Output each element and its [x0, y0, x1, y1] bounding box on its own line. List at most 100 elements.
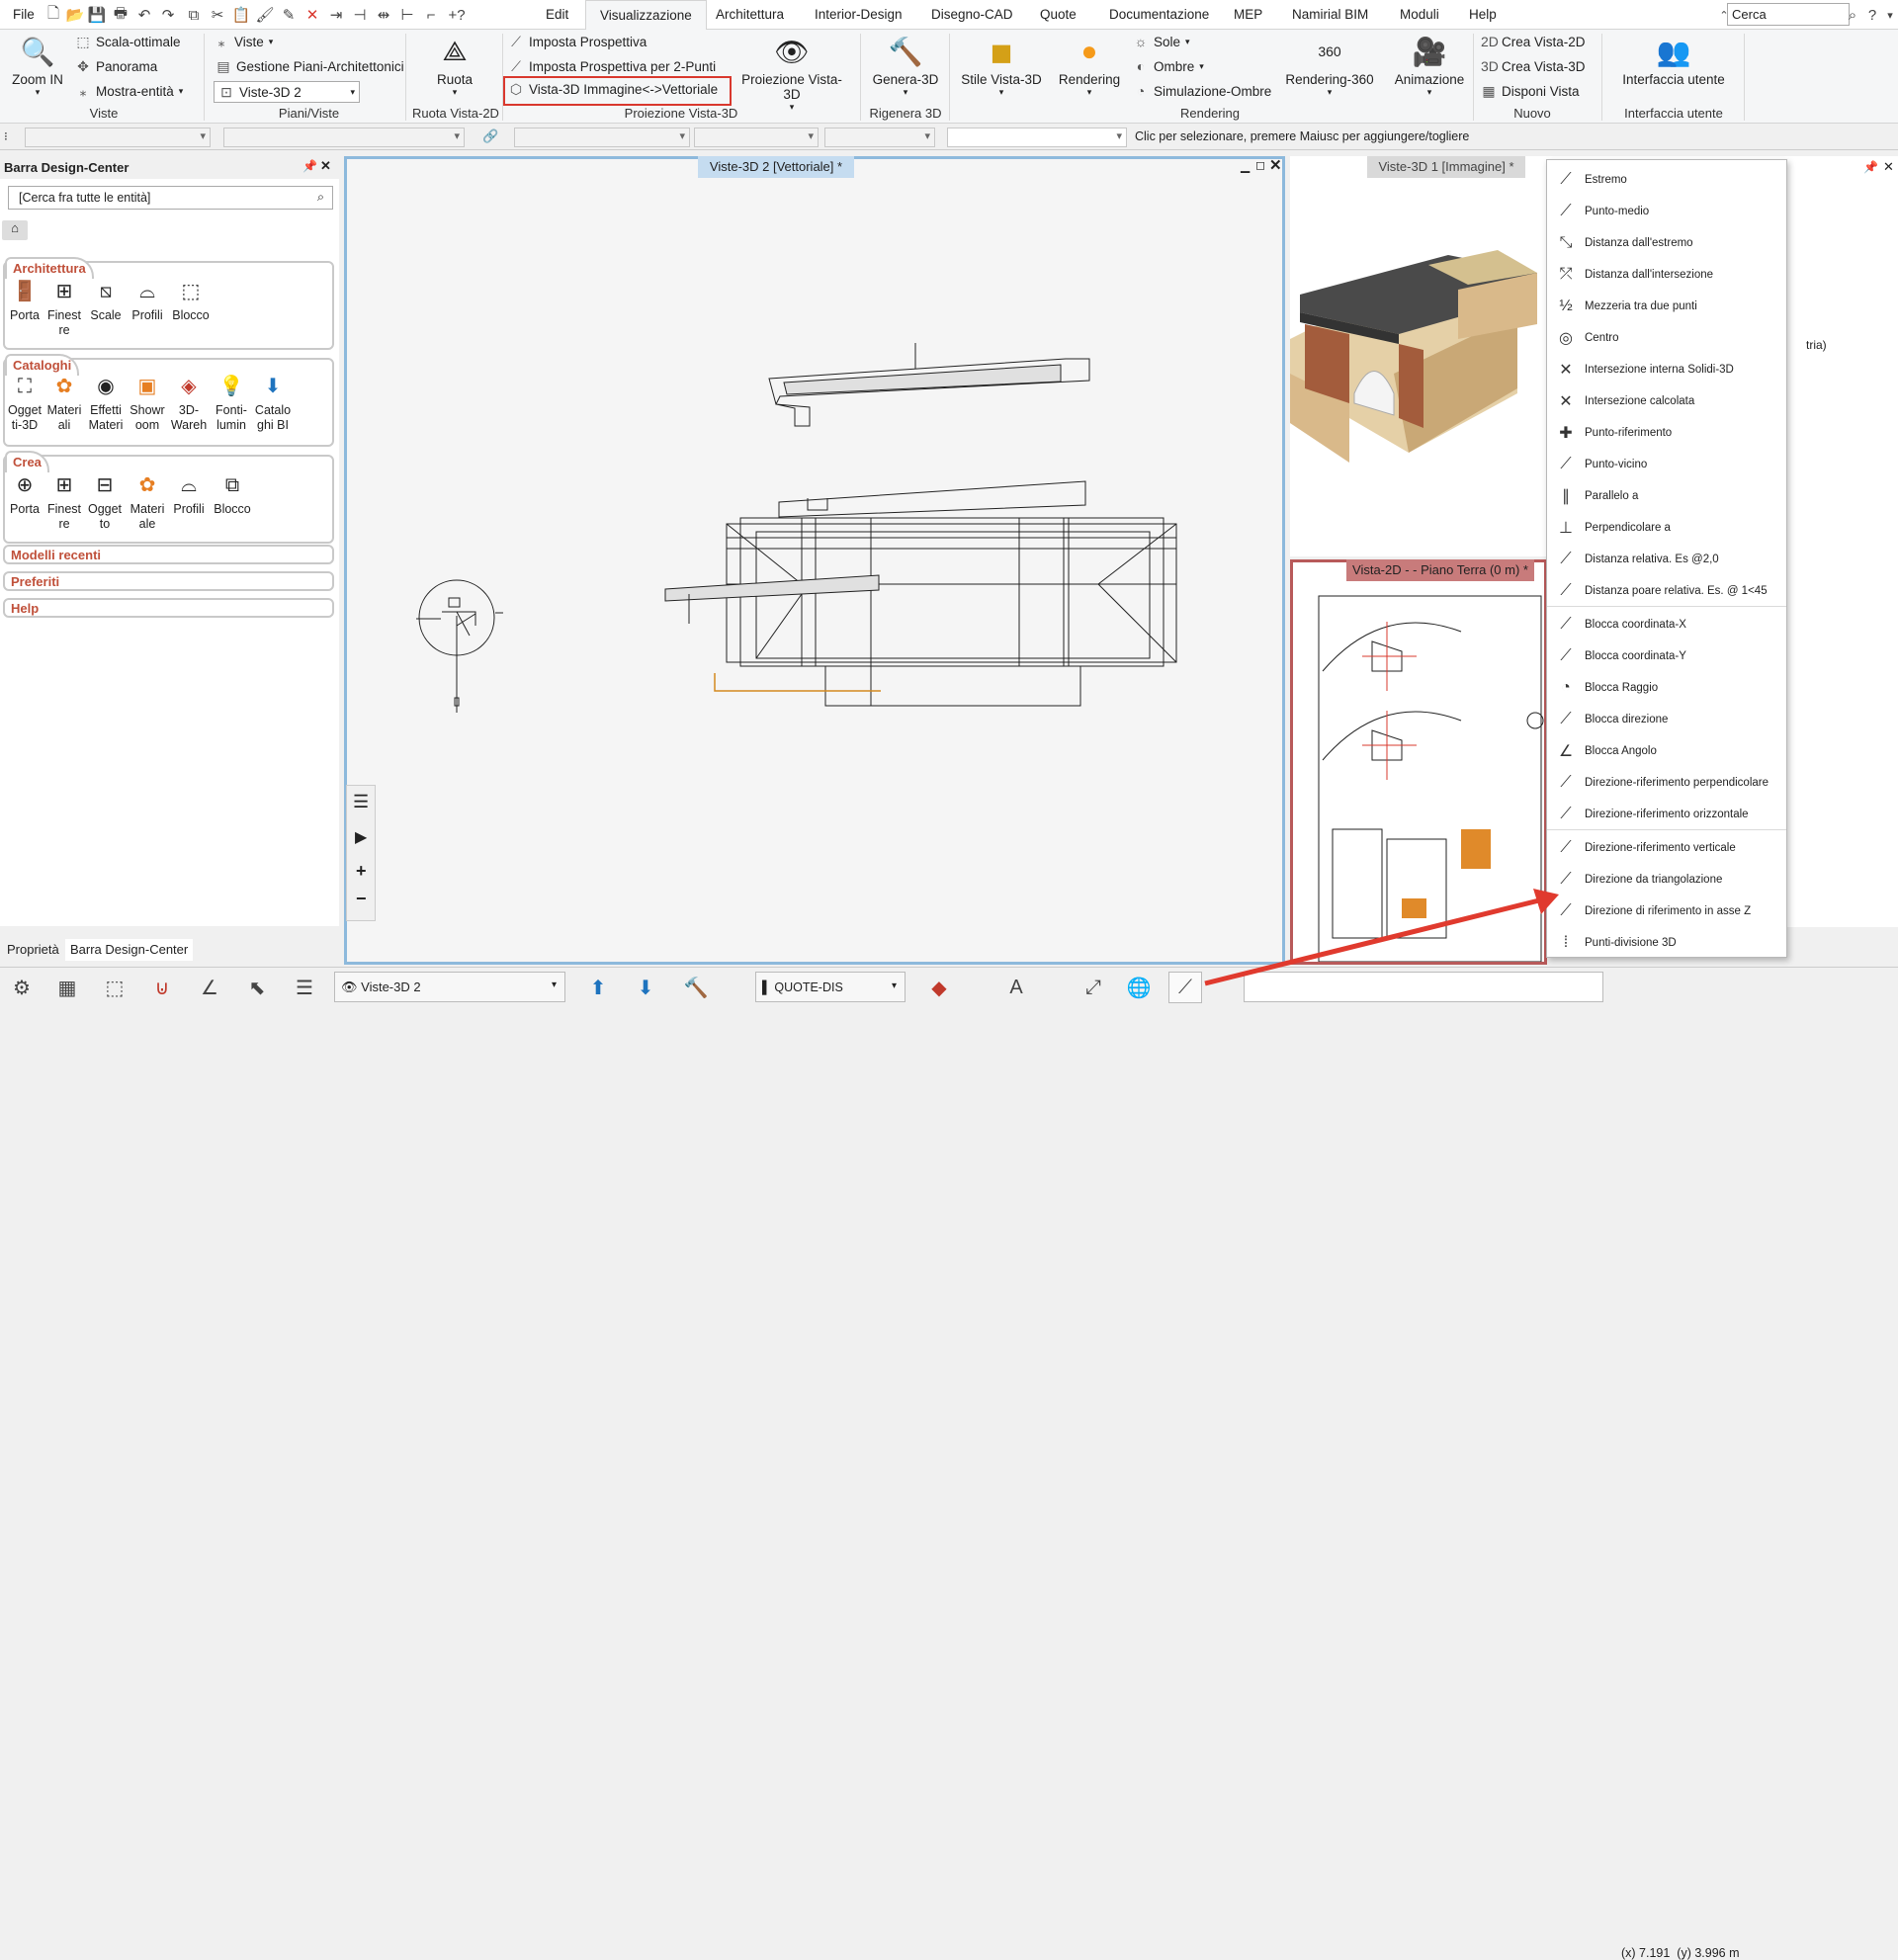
tool-scale[interactable]: ⧅ Scale — [88, 279, 124, 323]
rendering-360-button[interactable]: 360 Rendering-360 ▾ — [1275, 34, 1384, 98]
magnet-icon[interactable]: ⊍ — [146, 972, 178, 1003]
snap-item-midpoint-two[interactable]: ½ Mezzeria tra due punti — [1547, 291, 1786, 322]
menu-namirial-bim[interactable]: Namirial BIM — [1292, 7, 1368, 22]
menu-interior-design[interactable]: Interior-Design — [815, 7, 903, 22]
tab-design-center[interactable]: Barra Design-Center — [65, 939, 194, 961]
home-icon[interactable]: ⌂ — [2, 220, 28, 240]
viste-combo[interactable]: ⊡ Viste-3D 2 ▾ — [214, 81, 360, 103]
right-pin-icon[interactable]: 📌 — [1863, 160, 1878, 174]
view-tab-vettoriale[interactable]: Viste-3D 2 [Vettoriale] * — [698, 156, 854, 178]
new-file-icon[interactable]: 🗋 — [43, 5, 63, 25]
view-2d-piano-terra[interactable] — [1290, 559, 1547, 965]
menu-visualizzazione[interactable]: Visualizzazione — [585, 0, 707, 31]
disponi-vista-button[interactable]: ▦ Disponi Vista — [1481, 83, 1579, 100]
tool-profili[interactable]: ⌓ Profili — [128, 279, 167, 323]
gestione-piani-button[interactable]: ▤ Gestione Piani-Architettonici — [216, 58, 403, 75]
dc-search-input[interactable]: [Cerca fra tutte le entità] ⌕ — [8, 186, 333, 210]
link-icon[interactable]: 🔗 — [482, 128, 498, 144]
text-style-icon[interactable]: A — [998, 972, 1034, 1003]
simulazione-ombre-button[interactable]: ◔ Simulazione-Ombre — [1133, 83, 1272, 99]
maximize-view-icon[interactable]: ◻ — [1255, 158, 1265, 172]
tool-showroom[interactable]: ▣ Showr oom — [128, 374, 167, 433]
section-architettura-title[interactable]: Architettura — [5, 257, 94, 279]
tool-crea-porta[interactable]: ⊕ Porta — [7, 472, 43, 517]
eyedropper-icon[interactable]: ✎ — [279, 5, 299, 25]
minimize-view-icon[interactable]: ▁ — [1241, 159, 1250, 173]
delete-icon[interactable]: ✕ — [302, 5, 322, 25]
snap-item-center[interactable]: ◎ Centro — [1547, 322, 1786, 354]
save-icon[interactable]: 💾 — [87, 5, 107, 25]
snap-item-lock-direction[interactable]: ⟋ Blocca direzione — [1547, 704, 1786, 735]
stile-vista-3d-button[interactable]: ◼ Stile Vista-3D ▾ — [957, 34, 1046, 98]
snap-item-lock-y[interactable]: ⟋ Blocca coordinata-Y — [1547, 640, 1786, 672]
crea-vista-3d-button[interactable]: 3D Crea Vista-3D — [1481, 58, 1586, 74]
ruota-button[interactable]: ⟁ Ruota ▾ — [425, 34, 484, 98]
tool-3d-warehouse[interactable]: ◈ 3D-Wareh — [169, 374, 209, 433]
snap-item-intersection-calc[interactable]: ✕ Intersezione calcolata — [1547, 385, 1786, 417]
options-dropdown-icon[interactable]: ▾ — [1880, 5, 1898, 25]
snap-item-lock-angle[interactable]: ∠ Blocca Angolo — [1547, 735, 1786, 767]
option-combo-5[interactable] — [824, 128, 935, 147]
rendering-button[interactable]: ● Rendering ▾ — [1054, 34, 1125, 98]
menu-architettura[interactable]: Architettura — [716, 7, 784, 22]
menu-documentazione[interactable]: Documentazione — [1109, 7, 1209, 22]
globe-icon[interactable]: 🌐 — [1123, 972, 1155, 1003]
break-icon[interactable]: ⇹ — [374, 5, 393, 25]
snap-item-lock-x[interactable]: ⟋ Blocca coordinata-X — [1547, 609, 1786, 640]
measure-icon[interactable]: ⤢ — [1078, 972, 1109, 1003]
extend-icon[interactable]: ⊢ — [397, 5, 417, 25]
eraser-icon[interactable]: ◆ — [919, 972, 959, 1003]
hammer-3d-icon[interactable]: 🔨 — [676, 972, 716, 1003]
layer-combo[interactable]: ▌ QUOTE-DIS ▾ — [755, 972, 906, 1002]
snap-item-ref-z-axis[interactable]: ⟋ Direzione di riferimento in asse Z — [1547, 895, 1786, 927]
mostra-entita-button[interactable]: ⁎ Mostra-entità ▾ — [75, 83, 184, 100]
corner-icon[interactable]: ⌐ — [421, 5, 441, 25]
dc-search-icon[interactable]: ⌕ — [317, 190, 324, 205]
move-icon[interactable]: ⇥ — [326, 5, 346, 25]
command-input[interactable] — [1244, 972, 1603, 1002]
tool-crea-profili[interactable]: ⌓ Profili — [169, 472, 209, 517]
section-help[interactable]: Help — [3, 598, 334, 618]
search-icon[interactable]: ⌕ — [1843, 5, 1862, 25]
section-cataloghi-title[interactable]: Cataloghi — [5, 354, 80, 376]
list-icon[interactable]: ☰ — [353, 792, 369, 812]
redo-icon[interactable]: ↷ — [158, 5, 178, 25]
genera-3d-button[interactable]: 🔨 Genera-3D ▾ — [868, 34, 943, 98]
open-folder-icon[interactable]: 📂 — [65, 5, 85, 25]
menu-disegno-cad[interactable]: Disegno-CAD — [931, 7, 1013, 22]
snap-item-distance-endpoint[interactable]: ⤡ Distanza dall'estremo — [1547, 227, 1786, 259]
snap-item-division-3d[interactable]: ⁞ Punti-divisione 3D — [1547, 927, 1786, 959]
snap-item-nearest-point[interactable]: ⟋ Punto-vicino — [1547, 449, 1786, 480]
search-input[interactable]: Cerca — [1727, 3, 1850, 26]
play-icon[interactable]: ▶ — [355, 827, 367, 847]
tool-crea-oggetto[interactable]: ⊟ Ogget to — [86, 472, 124, 532]
snap-item-intersection-solid[interactable]: ✕ Intersezione interna Solidi-3D — [1547, 354, 1786, 385]
animazione-button[interactable]: 🎥 Animazione ▾ — [1388, 34, 1471, 98]
snap-item-relative-distance[interactable]: ⟋ Distanza relativa. Es @2,0 — [1547, 544, 1786, 575]
section-crea-title[interactable]: Crea — [5, 451, 49, 472]
viste-button[interactable]: ⁎ Viste ▾ — [214, 34, 274, 50]
menu-quote[interactable]: Quote — [1040, 7, 1077, 22]
tool-crea-blocco[interactable]: ⧉ Blocco — [211, 472, 254, 517]
tool-porta[interactable]: 🚪 Porta — [7, 279, 43, 323]
section-modelli-recenti[interactable]: Modelli recenti — [3, 545, 334, 564]
close-panel-icon[interactable]: ✕ — [320, 158, 331, 174]
view-3d-vettoriale[interactable] — [344, 156, 1285, 965]
menu-mep[interactable]: MEP — [1234, 7, 1262, 22]
menu-edit[interactable]: Edit — [546, 7, 568, 22]
snap-toggle-icon[interactable]: ⟋ — [1168, 972, 1202, 1003]
snap-item-triangulation[interactable]: ⟋ Direzione da triangolazione — [1547, 864, 1786, 895]
zoom-minus-icon[interactable]: − — [356, 889, 367, 909]
tool-materiali[interactable]: ✿ Materi ali — [46, 374, 82, 433]
brush-icon[interactable]: 🖌 — [255, 5, 275, 25]
menu-help[interactable]: Help — [1469, 7, 1497, 22]
snap-item-ref-horizontal[interactable]: ⟋ Direzione-riferimento orizzontale — [1547, 799, 1786, 830]
crea-vista-2d-button[interactable]: 2D Crea Vista-2D — [1481, 34, 1586, 49]
print-icon[interactable]: 🖶 — [111, 5, 130, 25]
tool-finestre[interactable]: ⊞ Finest re — [46, 279, 82, 338]
option-combo-2[interactable] — [223, 128, 465, 147]
tab-proprieta[interactable]: Proprietà — [2, 939, 64, 961]
scala-ottimale-button[interactable]: ⬚ Scala-ottimale — [75, 34, 180, 50]
help-icon[interactable]: ? — [1862, 5, 1882, 25]
cut-icon[interactable]: ✂ — [208, 5, 227, 25]
